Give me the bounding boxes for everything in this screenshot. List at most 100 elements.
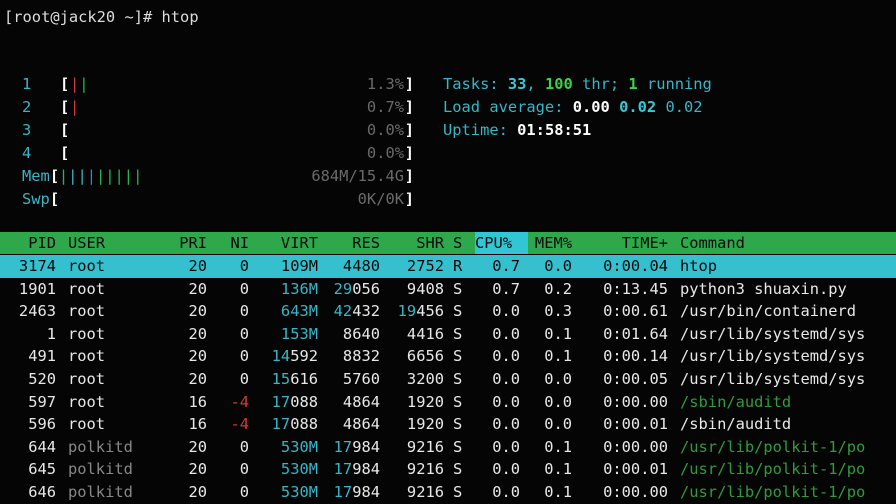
cell-cpu: 0.0	[492, 324, 520, 343]
cell-mem: 0.0	[544, 257, 572, 275]
meter-3: 3 [0.0%]	[22, 119, 422, 142]
meter-bracket-open: [	[49, 190, 60, 208]
column-header-virt[interactable]: VIRT	[281, 232, 318, 254]
cell-pid: 491	[28, 347, 56, 366]
cell-pri: 20	[188, 460, 207, 479]
meter-bar: |||||||||	[59, 165, 142, 188]
cell-user: root	[68, 302, 106, 321]
meter-bracket-open: [	[49, 167, 60, 185]
cell-virt: 153M	[280, 324, 318, 343]
cell-user: polkitd	[68, 460, 133, 479]
process-row[interactable]: 596 root 16 -4 17088 4864 1920 S 0.0 0.0 0:00.01/s…	[0, 413, 896, 436]
process-row[interactable]: 3174 root 20 0 109M 4480 2752 R 0.7 0.0 0:00.04 hto…	[0, 255, 896, 278]
cell-cmd: /usr/lib/systemd/sys	[680, 324, 866, 343]
cell-mem: 0.2	[544, 279, 572, 298]
cell-time: 0:00.05	[603, 370, 668, 388]
cell-cpu: 0.0	[492, 437, 520, 456]
cell-ni: -4	[230, 392, 249, 411]
column-header-s[interactable]: S	[453, 232, 462, 254]
column-header-mem[interactable]: MEM%	[535, 232, 572, 254]
cell-time: 0:00.00	[603, 483, 668, 501]
cell-virt: 530M	[280, 437, 318, 456]
column-header-ni[interactable]: NI	[230, 232, 249, 254]
meter-value: 0.0%	[366, 144, 404, 162]
cell-shr: 6656	[406, 347, 444, 366]
cell-pid: 1901	[18, 279, 56, 298]
meter-bar-segment: |	[86, 167, 96, 185]
cell-pri: 16	[188, 415, 207, 434]
cell-virt: 17088	[271, 415, 318, 434]
process-row[interactable]: 644 polkitd 20 0 530M 17984 9216 S 0.0 0.1 0:00.00…	[0, 436, 896, 459]
column-header-command[interactable]: Command	[680, 232, 745, 254]
cell-user: root	[68, 347, 106, 366]
process-table-header[interactable]: PID USER PRI NI VIRT RES SHR S CPU% MEM% TIME+ Comm…	[0, 232, 896, 254]
cell-cpu: 0.7	[492, 257, 520, 275]
meter-bar-segment: |	[79, 75, 89, 93]
cell-mem: 0.1	[544, 460, 572, 479]
meter-label: 4	[22, 144, 32, 162]
cell-pid: 596	[28, 415, 56, 434]
column-header-time[interactable]: TIME+	[622, 232, 668, 254]
cell-virt: 530M	[280, 483, 318, 501]
shell-prompt: [root@jack20 ~]# htop	[4, 8, 199, 26]
column-header-pid[interactable]: PID	[28, 232, 56, 254]
cell-res: 4864	[342, 415, 380, 434]
load-average-line: Load average: 0.00 0.02 0.02	[443, 98, 703, 116]
cell-virt: 643M	[280, 302, 318, 321]
meter-bracket-close: ]	[404, 75, 414, 93]
cell-res: 8832	[342, 347, 380, 366]
cell-s: S	[453, 460, 463, 479]
cell-ni: 0	[239, 279, 249, 298]
cell-time: 0:13.45	[603, 279, 668, 298]
cell-res: 17984	[333, 437, 380, 456]
cell-time: 0:00.00	[603, 437, 668, 456]
cell-shr: 1920	[406, 415, 444, 434]
cell-s: S	[453, 279, 463, 298]
cell-s: S	[453, 415, 463, 434]
cell-s: S	[453, 324, 463, 343]
cell-cpu: 0.0	[492, 392, 520, 411]
cell-shr: 9216	[406, 460, 444, 479]
meter-1: 1[|| 1.3%]	[22, 73, 422, 96]
process-row[interactable]: 645 polkitd 20 0 530M 17984 9216 S 0.0 0.1 0:00.01…	[0, 458, 896, 481]
cell-pri: 20	[188, 302, 207, 321]
process-row[interactable]: 646 polkitd 20 0 530M 17984 9216 S 0.0 0.1 0:00.00…	[0, 481, 896, 504]
cell-cmd: /usr/lib/systemd/sys	[680, 370, 866, 388]
meter-bracket-close: ]	[404, 121, 414, 139]
cell-pid: 644	[28, 437, 56, 456]
column-header-shr[interactable]: SHR	[416, 232, 444, 254]
process-row[interactable]: 520 root 20 0 15616 5760 3200 S 0.0 0.0 0:00.05/us…	[0, 368, 896, 391]
process-row[interactable]: 2463 root 20 0 643M 42432 19456 S 0.0 0.3 0:00.61 /…	[0, 300, 896, 323]
cell-shr: 1920	[406, 392, 444, 411]
cell-pid: 520	[28, 370, 56, 388]
cell-cpu: 0.0	[492, 460, 520, 479]
cell-mem: 0.0	[544, 392, 572, 411]
meter-bar: |	[70, 96, 79, 119]
process-row[interactable]: 491 root 20 0 14592 8832 6656 S 0.0 0.1 0:00.14/us…	[0, 345, 896, 368]
column-header-cpu[interactable]: CPU%	[475, 232, 528, 254]
meter-label: 3	[22, 121, 32, 139]
meter-bracket-open: [	[60, 144, 70, 162]
column-header-pri[interactable]: PRI	[179, 232, 207, 254]
cell-virt: 15616	[271, 370, 318, 388]
cell-res: 4864	[342, 392, 380, 411]
cell-virt: 109M	[280, 257, 318, 275]
process-row[interactable]: 597 root 16 -4 17088 4864 1920 S 0.0 0.0 0:00.00/s…	[0, 391, 896, 414]
cell-pri: 20	[188, 370, 207, 388]
process-row[interactable]: 1 root 20 0 153M 8640 4416 S 0.0 0.1 0:01.64/usr/l…	[0, 323, 896, 346]
meter-bracket-open: [	[60, 98, 70, 116]
cell-res: 29056	[333, 279, 380, 298]
cell-user: polkitd	[68, 483, 133, 501]
meter-value: 0.0%	[366, 121, 404, 139]
cell-mem: 0.0	[544, 415, 572, 434]
meter-value: 1.3%	[366, 75, 404, 93]
column-header-user[interactable]: USER	[68, 232, 105, 254]
process-row[interactable]: 1901 root 20 0 136M 29056 9408 S 0.7 0.2 0:13.45 py…	[0, 278, 896, 301]
cell-shr: 9216	[406, 437, 444, 456]
column-header-res[interactable]: RES	[352, 232, 380, 254]
cell-mem: 0.1	[544, 437, 572, 456]
cell-ni: -4	[230, 415, 249, 434]
cell-time: 0:01.64	[603, 324, 668, 343]
cell-pri: 16	[188, 392, 207, 411]
cell-cpu: 0.0	[492, 370, 520, 388]
